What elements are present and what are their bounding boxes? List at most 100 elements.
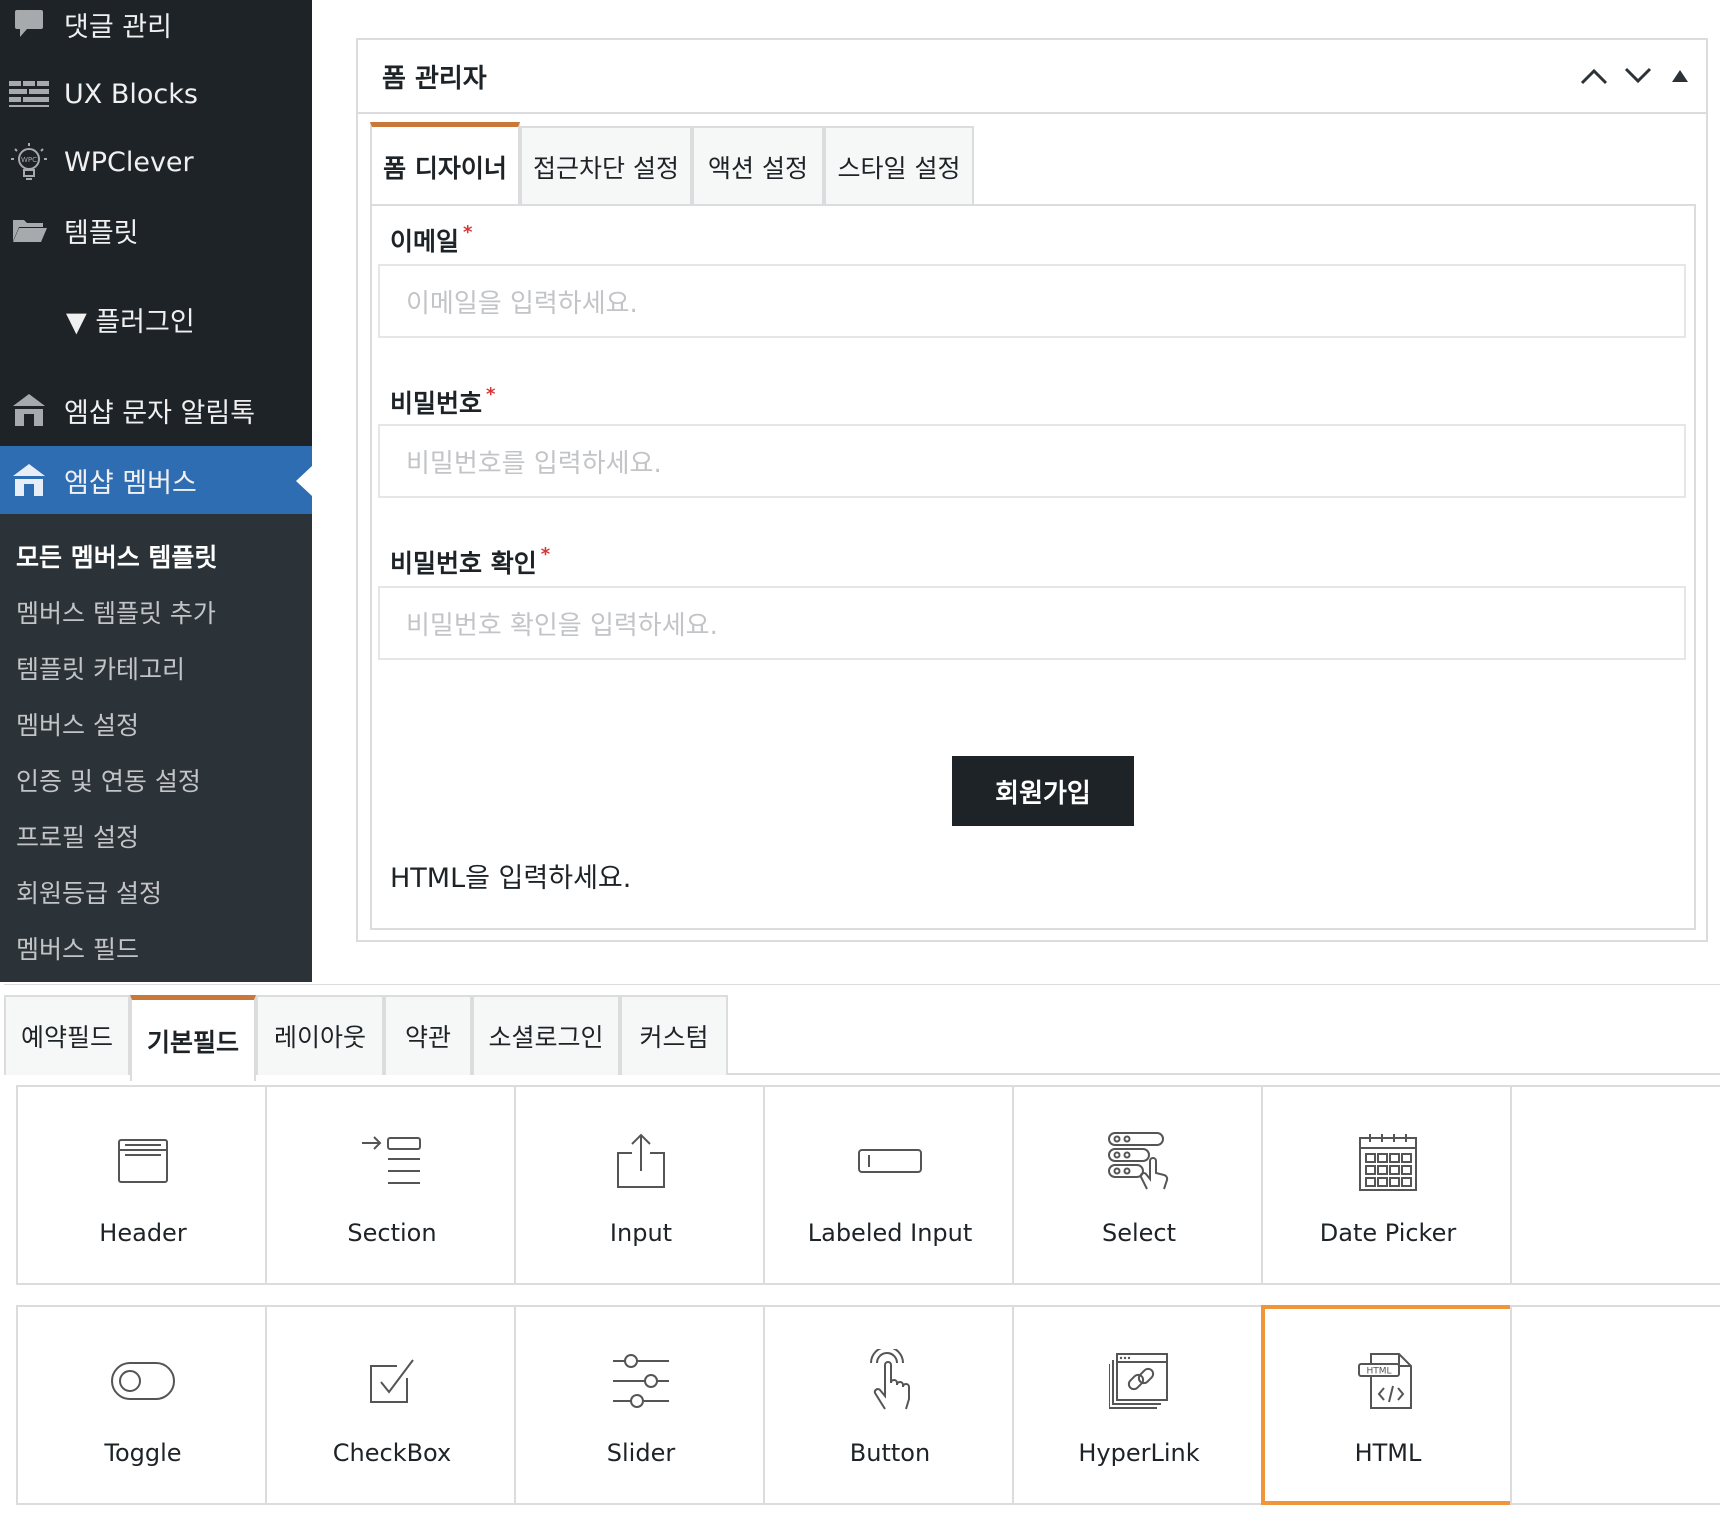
field-palette: 예약필드 기본필드 레이아웃 약관 소셜로그인 커스텀 Header Secti… bbox=[4, 984, 1720, 1518]
submenu-auth-settings[interactable]: 인증 및 연동 설정 bbox=[16, 762, 201, 798]
svg-text:WPC: WPC bbox=[21, 156, 37, 164]
select-icon bbox=[1014, 1123, 1264, 1199]
tile-label: HyperLink bbox=[1078, 1439, 1200, 1467]
tab-terms[interactable]: 약관 bbox=[384, 995, 472, 1075]
tile-button[interactable]: Button bbox=[763, 1305, 1017, 1505]
tile-checkbox[interactable]: CheckBox bbox=[265, 1305, 519, 1505]
tile-slider[interactable]: Slider bbox=[514, 1305, 768, 1505]
svg-text:HTML: HTML bbox=[1366, 1367, 1391, 1377]
input-icon bbox=[516, 1123, 766, 1199]
tile-html[interactable]: HTML HTML bbox=[1261, 1305, 1515, 1505]
tile-partial[interactable] bbox=[1510, 1305, 1720, 1505]
section-icon bbox=[267, 1123, 517, 1199]
tile-label: Section bbox=[347, 1219, 437, 1247]
required-mark: * bbox=[486, 384, 496, 405]
html-block-text[interactable]: HTML을 입력하세요. bbox=[390, 856, 631, 895]
sidebar-item-label: 댓글 관리 bbox=[64, 11, 172, 43]
collapse-panel-button[interactable] bbox=[1662, 58, 1698, 94]
tab-reserved-fields[interactable]: 예약필드 bbox=[4, 995, 130, 1075]
tile-select[interactable]: Select bbox=[1012, 1085, 1266, 1285]
tab-social-login[interactable]: 소셜로그인 bbox=[472, 995, 620, 1075]
tile-date-picker[interactable]: Date Picker bbox=[1261, 1085, 1515, 1285]
admin-sidebar: 댓글 관리 UX Blocks WPC WPClever 템플릿 ▼ 플러그인 … bbox=[0, 0, 312, 982]
move-down-button[interactable] bbox=[1620, 58, 1656, 94]
sidebar-item-sms[interactable]: 엠샵 문자 알림톡 bbox=[0, 376, 312, 444]
checkbox-icon bbox=[267, 1343, 517, 1419]
panel-header: 폼 관리자 bbox=[358, 40, 1706, 114]
panel-title: 폼 관리자 bbox=[382, 64, 487, 94]
tab-form-designer[interactable]: 폼 디자이너 bbox=[370, 122, 520, 206]
tile-partial[interactable] bbox=[1510, 1085, 1720, 1285]
tab-style-settings[interactable]: 스타일 설정 bbox=[824, 126, 974, 206]
tile-label: Select bbox=[1101, 1219, 1177, 1247]
tile-input[interactable]: Input bbox=[514, 1085, 768, 1285]
triangle-up-icon bbox=[1672, 70, 1688, 82]
tile-hyperlink[interactable]: HyperLink bbox=[1012, 1305, 1266, 1505]
wpclever-icon: WPC bbox=[8, 141, 50, 183]
email-label: 이메일 * bbox=[390, 222, 473, 256]
submenu-template-category[interactable]: 템플릿 카테고리 bbox=[16, 650, 185, 686]
sidebar-item-label: WPClever bbox=[64, 146, 194, 178]
tile-label: Labeled Input bbox=[807, 1219, 973, 1247]
sidebar-item-label: 템플릿 bbox=[64, 217, 139, 249]
password-confirm-field[interactable]: 비밀번호 확인을 입력하세요. bbox=[378, 586, 1686, 660]
tile-labeled-input[interactable]: Labeled Input bbox=[763, 1085, 1017, 1285]
submenu-add-template[interactable]: 멤버스 템플릿 추가 bbox=[16, 594, 216, 630]
signup-button[interactable]: 회원가입 bbox=[952, 756, 1134, 826]
tile-label: Header bbox=[99, 1219, 187, 1247]
sidebar-item-wpclever[interactable]: WPC WPClever bbox=[0, 128, 312, 196]
sidebar-item-ux-blocks[interactable]: UX Blocks bbox=[0, 60, 312, 128]
tile-label: Slider bbox=[606, 1439, 676, 1467]
tile-section[interactable]: Section bbox=[265, 1085, 519, 1285]
tap-icon bbox=[765, 1343, 1015, 1419]
submenu-profile-settings[interactable]: 프로필 설정 bbox=[16, 818, 139, 854]
form-manager-panel: 폼 관리자 폼 디자이너 접근차단 설정 액션 설정 스타일 설정 이메일 * 이… bbox=[356, 38, 1708, 942]
submenu-members-settings[interactable]: 멤버스 설정 bbox=[16, 706, 139, 742]
folder-icon bbox=[8, 209, 50, 251]
submenu-all-templates[interactable]: 모든 멤버스 템플릿 bbox=[16, 538, 217, 574]
tab-access-block[interactable]: 접근차단 설정 bbox=[520, 126, 692, 206]
password-confirm-label: 비밀번호 확인 * bbox=[390, 544, 551, 578]
link-icon bbox=[1014, 1343, 1264, 1419]
required-mark: * bbox=[463, 222, 473, 243]
tab-action-settings[interactable]: 액션 설정 bbox=[692, 126, 824, 206]
tile-toggle[interactable]: Toggle bbox=[16, 1305, 270, 1505]
password-field[interactable]: 비밀번호를 입력하세요. bbox=[378, 424, 1686, 498]
sidebar-item-comments[interactable]: 댓글 관리 bbox=[0, 0, 312, 58]
sidebar-item-label: 엠샵 문자 알림톡 bbox=[64, 397, 256, 429]
tile-header[interactable]: Header bbox=[16, 1085, 270, 1285]
sidebar-item-plugins[interactable]: ▼ 플러그인 bbox=[66, 300, 195, 339]
active-menu-pointer bbox=[296, 466, 312, 496]
required-mark: * bbox=[540, 544, 551, 565]
sidebar-item-label: 엠샵 멤버스 bbox=[64, 467, 197, 499]
submenu-grade-settings[interactable]: 회원등급 설정 bbox=[16, 874, 162, 910]
sidebar-item-members[interactable]: 엠샵 멤버스 bbox=[0, 446, 312, 514]
toggle-icon bbox=[18, 1343, 268, 1419]
tab-basic-fields[interactable]: 기본필드 bbox=[130, 995, 256, 1081]
calendar-icon bbox=[1263, 1123, 1513, 1199]
header-icon bbox=[18, 1123, 268, 1199]
tab-custom[interactable]: 커스텀 bbox=[620, 995, 728, 1075]
password-label: 비밀번호 * bbox=[390, 384, 496, 418]
chevron-down-icon bbox=[1624, 67, 1652, 84]
move-up-button[interactable] bbox=[1576, 58, 1612, 94]
blocks-icon bbox=[8, 73, 50, 115]
tile-label: Button bbox=[849, 1439, 931, 1467]
tile-label: Input bbox=[609, 1219, 673, 1247]
tile-label: CheckBox bbox=[332, 1439, 452, 1467]
shop-icon bbox=[8, 459, 50, 501]
tile-label: Toggle bbox=[104, 1439, 182, 1467]
tile-label: HTML bbox=[1354, 1439, 1422, 1467]
comment-icon bbox=[8, 3, 50, 45]
chevron-up-icon bbox=[1580, 68, 1608, 85]
email-field[interactable]: 이메일을 입력하세요. bbox=[378, 264, 1686, 338]
sidebar-item-label: UX Blocks bbox=[64, 78, 198, 110]
tab-layout[interactable]: 레이아웃 bbox=[256, 995, 384, 1075]
form-designer-canvas: 이메일 * 이메일을 입력하세요. 비밀번호 * 비밀번호를 입력하세요. 비밀번호… bbox=[370, 204, 1696, 930]
sidebar-item-templates[interactable]: 템플릿 bbox=[0, 196, 312, 264]
slider-icon bbox=[516, 1343, 766, 1419]
submenu-members-fields[interactable]: 멤버스 필드 bbox=[16, 930, 139, 966]
labeled-input-icon bbox=[765, 1123, 1015, 1199]
html-icon: HTML bbox=[1265, 1343, 1511, 1419]
tile-label: Date Picker bbox=[1319, 1219, 1457, 1247]
